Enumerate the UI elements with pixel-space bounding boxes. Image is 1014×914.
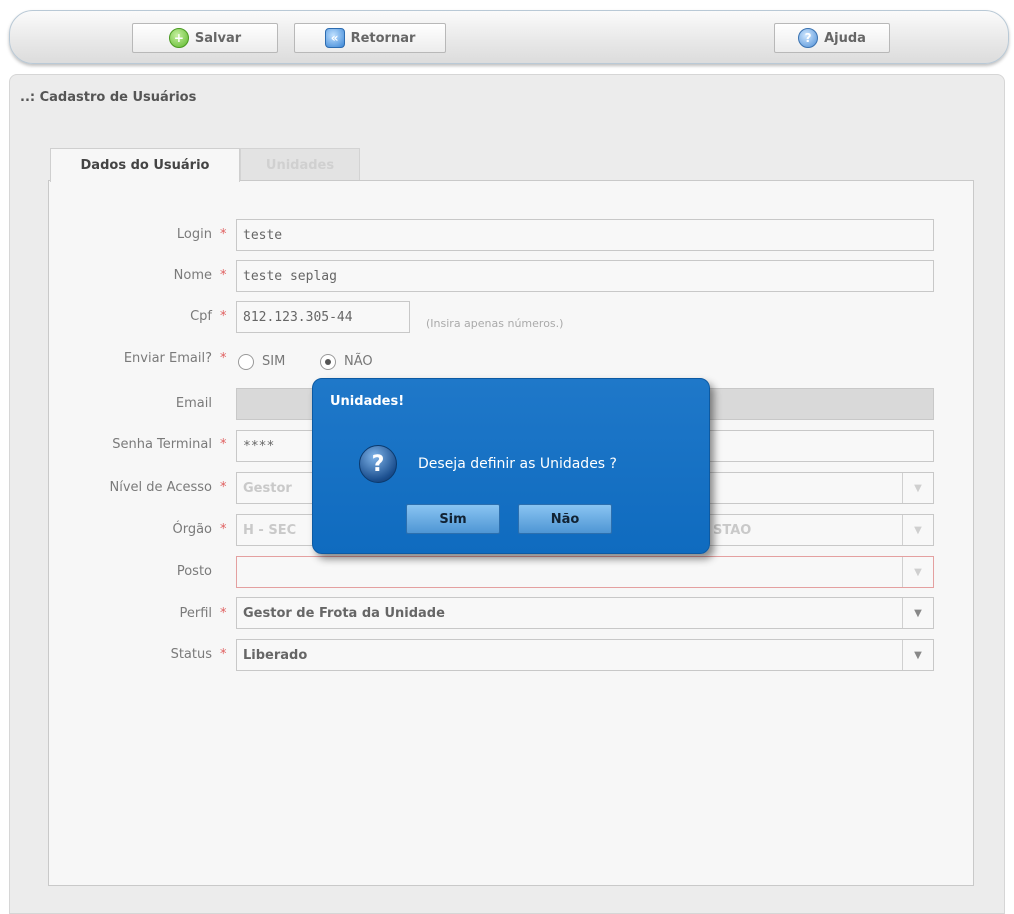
orgao-value: H - SEC: [243, 522, 297, 538]
posto-label: Posto: [176, 564, 212, 579]
login-label: Login: [176, 227, 212, 242]
login-input[interactable]: teste: [236, 219, 934, 251]
senha-value: ****: [243, 438, 275, 454]
page-title: ..: Cadastro de Usuários: [20, 90, 197, 105]
nivel-value: Gestor: [243, 480, 292, 496]
dialog-title: Unidades!: [330, 394, 405, 409]
nome-label: Nome: [173, 268, 212, 283]
required-mark: *: [220, 480, 227, 495]
nome-input[interactable]: teste seplag: [236, 260, 934, 292]
senha-label: Senha Terminal: [112, 437, 212, 452]
back-button-label: Retornar: [350, 30, 416, 46]
status-label: Status: [170, 647, 212, 662]
email-label: Email: [175, 396, 212, 411]
cpf-input[interactable]: 812.123.305-44: [236, 301, 410, 333]
perfil-value: Gestor de Frota da Unidade: [243, 605, 445, 621]
required-mark: *: [220, 606, 227, 621]
dialog-no-button[interactable]: Não: [518, 504, 612, 534]
required-mark: *: [220, 227, 227, 242]
login-value: teste: [243, 227, 283, 243]
add-circle-icon: +: [168, 28, 189, 48]
perfil-select[interactable]: Gestor de Frota da Unidade ▼: [236, 597, 934, 629]
radio-sim-label: SIM: [262, 354, 286, 369]
chevron-down-icon: ▼: [902, 598, 933, 628]
nivel-label: Nível de Acesso: [109, 480, 212, 495]
save-button-label: Salvar: [194, 30, 242, 46]
help-icon: ?: [798, 28, 819, 48]
status-select[interactable]: Liberado ▼: [236, 639, 934, 671]
required-mark: *: [220, 522, 227, 537]
save-button[interactable]: + Salvar: [132, 23, 278, 53]
radio-nao-label: NÃO: [344, 354, 373, 369]
status-value: Liberado: [243, 647, 308, 663]
tab-dados-usuario[interactable]: Dados do Usuário: [50, 148, 240, 182]
required-mark: *: [220, 647, 227, 662]
chevron-down-icon: ▼: [902, 640, 933, 670]
cpf-value: 812.123.305-44: [243, 309, 353, 325]
chevron-down-icon: ▼: [902, 473, 933, 503]
top-toolbar: + Salvar « Retornar ? Ajuda: [9, 10, 1009, 64]
required-mark: *: [220, 437, 227, 452]
chevron-down-icon: ▼: [902, 557, 933, 587]
radio-sim[interactable]: [238, 354, 254, 370]
required-mark: *: [220, 268, 227, 283]
dialog-message: Deseja definir as Unidades ?: [418, 456, 617, 472]
enviar-email-label: Enviar Email?: [123, 351, 212, 366]
chevron-down-icon: ▼: [902, 515, 933, 545]
nome-value: teste seplag: [243, 268, 337, 284]
required-mark: *: [220, 309, 227, 324]
tab-unidades[interactable]: Unidades: [240, 148, 360, 181]
required-mark: *: [220, 351, 227, 366]
back-button[interactable]: « Retornar: [294, 23, 446, 53]
orgao-value-tail: STAO: [713, 522, 752, 538]
confirm-dialog: Unidades! ? Deseja definir as Unidades ?…: [312, 378, 710, 554]
back-arrows-icon: «: [324, 28, 345, 48]
help-button[interactable]: ? Ajuda: [774, 23, 890, 53]
cpf-hint: (Insira apenas números.): [426, 317, 564, 330]
orgao-label: Órgão: [172, 522, 212, 537]
radio-nao[interactable]: [320, 354, 336, 370]
cpf-label: Cpf: [190, 309, 212, 324]
question-icon: ?: [359, 445, 397, 483]
help-button-label: Ajuda: [824, 30, 866, 46]
perfil-label: Perfil: [179, 606, 212, 621]
posto-select[interactable]: ▼: [236, 556, 934, 588]
dialog-yes-button[interactable]: Sim: [406, 504, 500, 534]
